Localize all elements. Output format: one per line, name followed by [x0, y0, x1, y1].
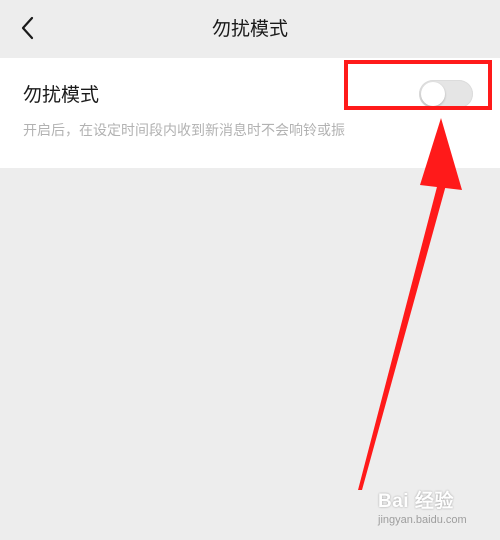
navigation-bar: 勿扰模式: [0, 0, 500, 58]
page-title: 勿扰模式: [211, 18, 288, 40]
setting-label: 勿扰模式: [23, 84, 100, 106]
toggle-knob: [421, 82, 445, 106]
watermark-text: Bai 经验: [378, 491, 454, 512]
do-not-disturb-toggle[interactable]: [419, 80, 473, 108]
setting-description: 开启后，在设定时间段内收到新消息时不会响铃或振: [23, 123, 345, 139]
arrow-icon: [358, 183, 446, 490]
settings-card: 勿扰模式 开启后，在设定时间段内收到新消息时不会响铃或振: [0, 58, 500, 168]
watermark: Bai 经验 jingyan.baidu.com: [378, 486, 496, 526]
watermark-url: jingyan.baidu.com: [378, 514, 467, 526]
